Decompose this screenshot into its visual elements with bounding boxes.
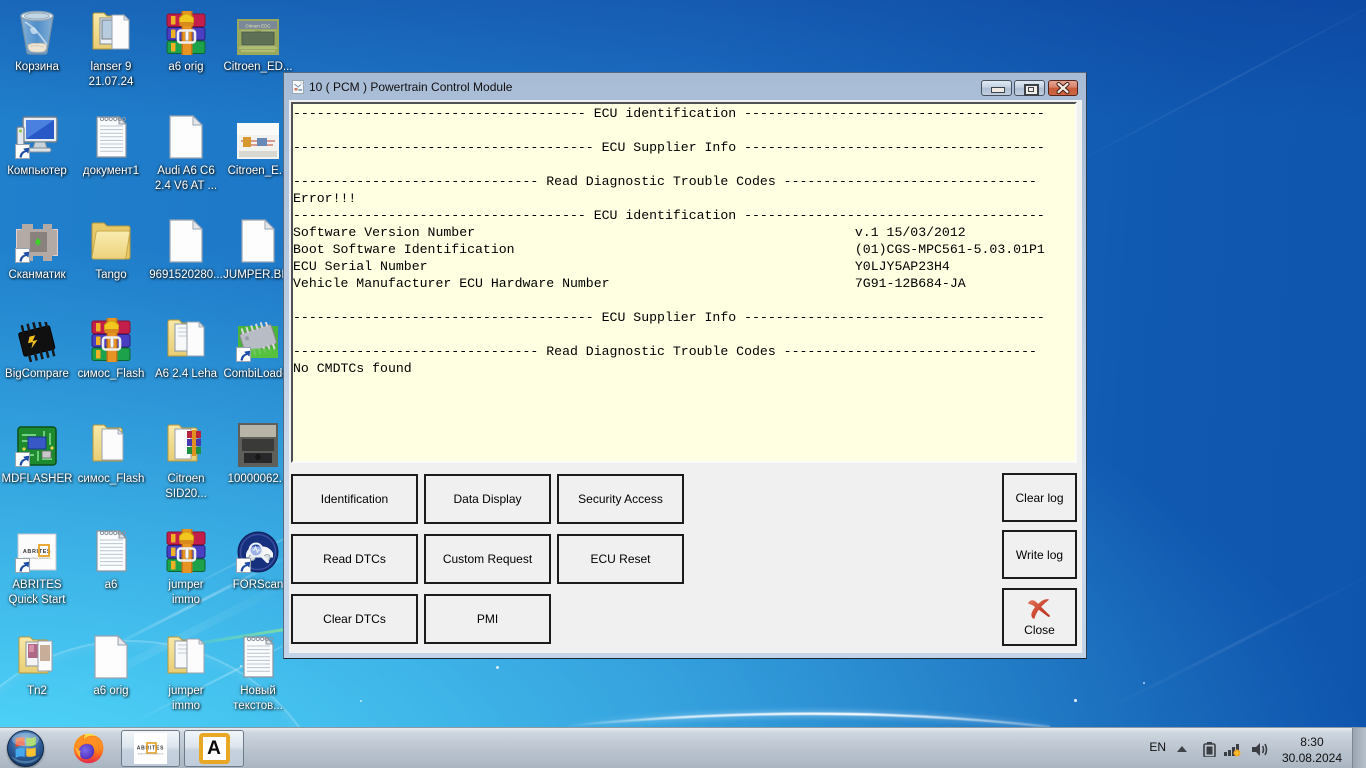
svg-text:Citroen EDC: Citroen EDC [245,24,271,29]
svg-text:ABRITES: ABRITES [23,549,51,555]
svg-text:automotive solutions: automotive solutions [138,752,164,756]
